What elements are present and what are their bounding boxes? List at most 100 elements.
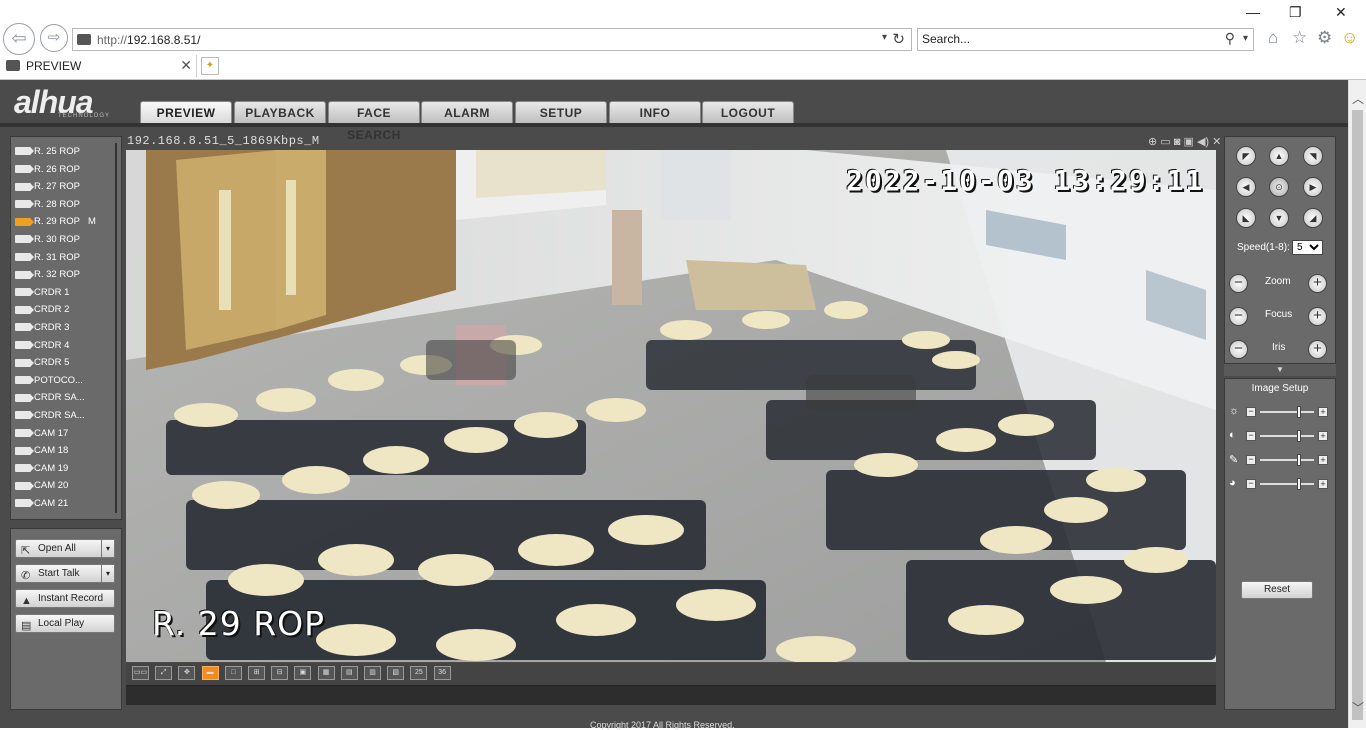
audio-icon[interactable]: ◀)	[1197, 136, 1209, 148]
camera-list-item[interactable]: R. 30 ROP	[15, 231, 80, 248]
ptz-up-right-button[interactable]: ◥	[1303, 146, 1323, 166]
iris-minus-button[interactable]: −	[1229, 340, 1248, 359]
slider-track[interactable]	[1260, 483, 1314, 485]
home-icon[interactable]: ⌂	[1268, 28, 1278, 48]
slider-track[interactable]	[1260, 411, 1314, 413]
smiley-feedback-icon[interactable]: ☺	[1341, 28, 1358, 48]
layout-button[interactable]: ▧	[387, 666, 405, 680]
instant-record-button[interactable]: ▲ Instant Record	[15, 589, 115, 608]
ptz-3d-positioning-button[interactable]: ⊙	[1269, 177, 1289, 197]
slider-handle[interactable]	[1296, 406, 1301, 418]
camera-list-item[interactable]: R. 26 ROP	[15, 161, 80, 178]
camera-list-item[interactable]: R. 31 ROP	[15, 249, 80, 266]
page-scrollbar[interactable]: ︿ ﹀	[1348, 80, 1366, 728]
camera-list-item[interactable]: CAM 18	[15, 442, 68, 459]
ptz-up-left-button[interactable]: ◤	[1236, 146, 1256, 166]
zoom-plus-button[interactable]: +	[1308, 274, 1327, 293]
increase-button[interactable]: +	[1318, 407, 1328, 417]
search-box[interactable]: ⚲ ▾	[917, 28, 1254, 51]
local-play-button[interactable]: ▤ Local Play	[15, 614, 115, 633]
address-bar[interactable]: http://192.168.8.51/ ▾ ↻	[72, 28, 912, 51]
layout-button[interactable]: 36	[433, 666, 451, 680]
camera-list-item[interactable]: CRDR SA...	[15, 407, 85, 424]
layout-button[interactable]: □	[224, 666, 242, 680]
new-tab-button[interactable]: ✦	[201, 57, 219, 75]
focus-minus-button[interactable]: −	[1229, 307, 1248, 326]
live-video-view[interactable]: 2022-10-03 13:29:11 R. 29 ROP	[126, 150, 1216, 662]
search-input[interactable]	[922, 32, 1202, 46]
decrease-button[interactable]: −	[1246, 431, 1256, 441]
slider-track[interactable]	[1260, 459, 1314, 461]
restore-button[interactable]: ❐	[1289, 4, 1302, 21]
nav-tab-face-search[interactable]: FACE SEARCH	[328, 101, 420, 142]
layout-button[interactable]: ⊞	[248, 666, 265, 680]
increase-button[interactable]: +	[1318, 479, 1328, 489]
scroll-down-icon[interactable]: ﹀	[1352, 699, 1364, 716]
decrease-button[interactable]: −	[1246, 455, 1256, 465]
open-all-button[interactable]: ⇱ Open All	[15, 539, 115, 558]
layout-button[interactable]: ▭▭	[132, 666, 149, 680]
slider-handle[interactable]	[1296, 454, 1301, 466]
search-dropdown-icon[interactable]: ▾	[1243, 33, 1248, 44]
ptz-down-button[interactable]: ▼	[1269, 208, 1289, 228]
ptz-up-button[interactable]: ▲	[1269, 146, 1289, 166]
start-talk-button[interactable]: ✆ Start Talk	[15, 564, 115, 583]
ptz-down-left-button[interactable]: ◣	[1236, 208, 1256, 228]
camera-list-item[interactable]: R. 32 ROP	[15, 266, 80, 283]
increase-button[interactable]: +	[1318, 455, 1328, 465]
playback-progress-bar[interactable]	[126, 685, 1216, 705]
refresh-icon[interactable]: ↻	[892, 30, 905, 48]
focus-plus-button[interactable]: +	[1308, 307, 1327, 326]
nav-tab-logout[interactable]: LOGOUT	[702, 101, 794, 124]
nav-tab-info[interactable]: INFO	[609, 101, 701, 124]
camera-list-item[interactable]: CAM 17	[15, 425, 68, 442]
ptz-down-right-button[interactable]: ◢	[1303, 208, 1323, 228]
settings-gear-icon[interactable]: ⚙	[1317, 28, 1332, 48]
camera-list-item[interactable]: CRDR SA...	[15, 389, 85, 406]
nav-tab-alarm[interactable]: ALARM	[421, 101, 513, 124]
camera-list-item[interactable]: R. 27 ROP	[15, 178, 80, 195]
slider-handle[interactable]	[1296, 478, 1301, 490]
camera-list-item[interactable]: CRDR 3	[15, 319, 69, 336]
slider-handle[interactable]	[1296, 430, 1301, 442]
speed-select[interactable]: 12345678	[1292, 240, 1323, 255]
scroll-up-icon[interactable]: ︿	[1352, 90, 1364, 107]
close-video-icon[interactable]: ✕	[1212, 136, 1221, 148]
ptz-right-button[interactable]: ▶	[1303, 177, 1323, 197]
minimize-button[interactable]: —	[1246, 4, 1260, 20]
camera-list-scrollbar[interactable]	[115, 143, 117, 513]
layout-button[interactable]: ▬	[201, 666, 219, 680]
nav-tab-setup[interactable]: SETUP	[515, 101, 607, 124]
camera-list-item[interactable]: CRDR 2	[15, 301, 69, 318]
camera-list-item[interactable]: CRDR 4	[15, 337, 69, 354]
forward-button[interactable]: ⇨	[40, 24, 68, 52]
ptz-collapse-toggle[interactable]: ▼	[1224, 364, 1336, 376]
ptz-left-button[interactable]: ◀	[1236, 177, 1256, 197]
camera-list-item[interactable]: R. 28 ROP	[15, 196, 80, 213]
nav-tab-playback[interactable]: PLAYBACK	[234, 101, 326, 124]
camera-list-item[interactable]: CRDR 1	[15, 284, 69, 301]
open-all-dropdown[interactable]: ▾	[101, 539, 115, 558]
camera-list-item[interactable]: POTOCO...	[15, 372, 83, 389]
favorites-star-icon[interactable]: ☆	[1292, 28, 1307, 48]
camera-icon[interactable]: ◙	[1174, 136, 1181, 148]
layout-button[interactable]: 25	[410, 666, 428, 680]
reset-button[interactable]: Reset	[1241, 581, 1313, 599]
snapshot-icon[interactable]: ▭	[1160, 136, 1170, 148]
layout-button[interactable]: ⊟	[271, 666, 289, 680]
decrease-button[interactable]: −	[1246, 479, 1256, 489]
search-icon[interactable]: ⚲	[1225, 30, 1235, 47]
address-dropdown-icon[interactable]: ▾	[882, 32, 887, 43]
layout-button[interactable]: ▦	[317, 666, 335, 680]
zoom-in-icon[interactable]: ⊕	[1148, 136, 1157, 148]
nav-tab-preview[interactable]: PREVIEW	[140, 101, 232, 124]
back-button[interactable]: ⇦	[3, 23, 35, 55]
slider-track[interactable]	[1260, 435, 1314, 437]
browser-tab[interactable]: PREVIEW ✕	[0, 55, 197, 77]
layout-button[interactable]: ⤢	[155, 666, 173, 680]
decrease-button[interactable]: −	[1246, 407, 1256, 417]
scrollbar-thumb[interactable]	[1352, 110, 1363, 720]
close-window-button[interactable]: ✕	[1335, 4, 1347, 21]
tab-close-icon[interactable]: ✕	[180, 57, 192, 74]
layout-button[interactable]: ▣	[294, 666, 312, 680]
